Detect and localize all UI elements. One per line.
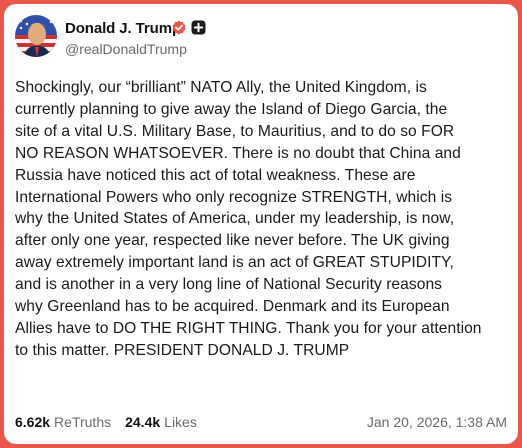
likes-stat[interactable]: 24.4k Likes <box>125 414 197 430</box>
retruths-stat[interactable]: 6.62k ReTruths <box>15 414 111 430</box>
retruths-count: 6.62k <box>15 414 51 430</box>
avatar[interactable] <box>15 15 57 57</box>
post-text-line: after only one year, respected like neve… <box>15 232 450 250</box>
post-text-line: away extremely important land is an act … <box>15 254 454 272</box>
post-text-line: and is another in a very long line of Na… <box>15 276 443 294</box>
post-text-line: Russia have noticed this act of total we… <box>15 166 416 184</box>
post-text-line: to this matter. PRESIDENT DONALD J. TRUM… <box>15 341 350 359</box>
post-text-line: currently planning to give away the Isla… <box>15 100 448 118</box>
verified-badge-icon <box>172 20 186 35</box>
user-handle[interactable]: @realDonaldTrump <box>65 41 187 57</box>
likes-count: 24.4k <box>125 414 161 430</box>
post-text-line: site of a vital U.S. Military Base, to M… <box>15 122 455 140</box>
post-text-line: why the United States of America, under … <box>15 210 455 228</box>
likes-label: Likes <box>164 414 197 430</box>
post-text-line: International Powers who only recognize … <box>15 188 453 206</box>
post-text-line: NO REASON WHATSOEVER. There is no doubt … <box>15 144 461 162</box>
post-text-line: why Greenland has to be acquired. Denmar… <box>15 298 450 316</box>
post-card: Donald J. Trump @realDonaldTrump Shockin… <box>4 4 518 444</box>
post-text: Shockingly, our “brilliant” NATO Ally, t… <box>15 77 513 362</box>
post-text-line: Allies have to DO THE RIGHT THING. Thank… <box>15 319 482 337</box>
plus-badge-icon <box>191 20 206 35</box>
post-timestamp[interactable]: Jan 20, 2026, 1:38 AM <box>367 414 507 430</box>
retruths-label: ReTruths <box>54 414 112 430</box>
post-text-line: Shockingly, our “brilliant” NATO Ally, t… <box>15 79 427 96</box>
display-name[interactable]: Donald J. Trump <box>65 20 181 37</box>
post-footer: 6.62k ReTruths 24.4k Likes Jan 20, 2026, 1… <box>15 414 507 430</box>
